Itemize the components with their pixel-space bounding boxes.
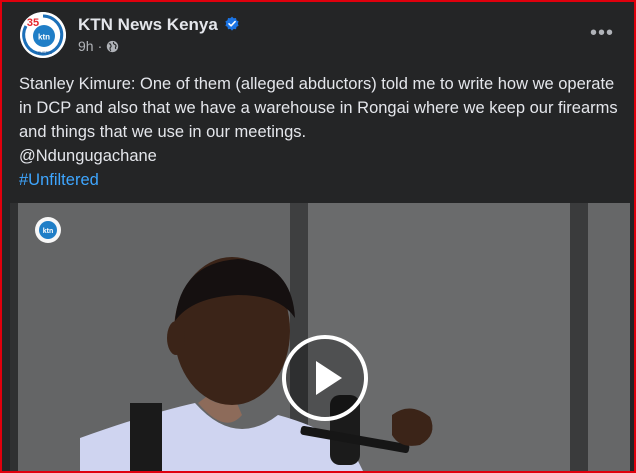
page-name-link[interactable]: KTN News Kenya [78,15,218,34]
globe-icon [107,40,119,52]
post-meta: 9h · [78,38,119,54]
anniversary-badge: 35 [27,17,39,29]
avatar-tagline: TRUSTED [36,51,53,55]
ktn-logo-icon: ktn 35 TRUSTED [20,12,66,58]
meta-separator: · [97,38,103,54]
mention-link[interactable]: @Ndungugachane [19,144,619,168]
post-options-button[interactable]: ••• [590,22,614,45]
post-message: Stanley Kimure: One of them (alleged abd… [19,75,618,141]
video-player[interactable]: ktn [10,203,630,471]
play-button[interactable] [282,335,368,421]
hashtag-link[interactable]: #Unfiltered [19,168,619,192]
page-avatar[interactable]: ktn 35 TRUSTED [20,12,66,58]
facebook-post-card: ktn 35 TRUSTED KTN News Kenya 9h · ••• S… [0,0,636,473]
post-timestamp[interactable]: 9h [78,38,94,54]
verified-badge-icon [225,16,239,31]
page-name-row: KTN News Kenya [78,15,240,35]
post-header: ktn 35 TRUSTED KTN News Kenya 9h · ••• [16,12,620,60]
video-watermark: ktn [43,228,54,235]
avatar-logo-text: ktn [38,33,50,42]
play-icon [316,361,342,395]
post-body: Stanley Kimure: One of them (alleged abd… [19,72,619,192]
